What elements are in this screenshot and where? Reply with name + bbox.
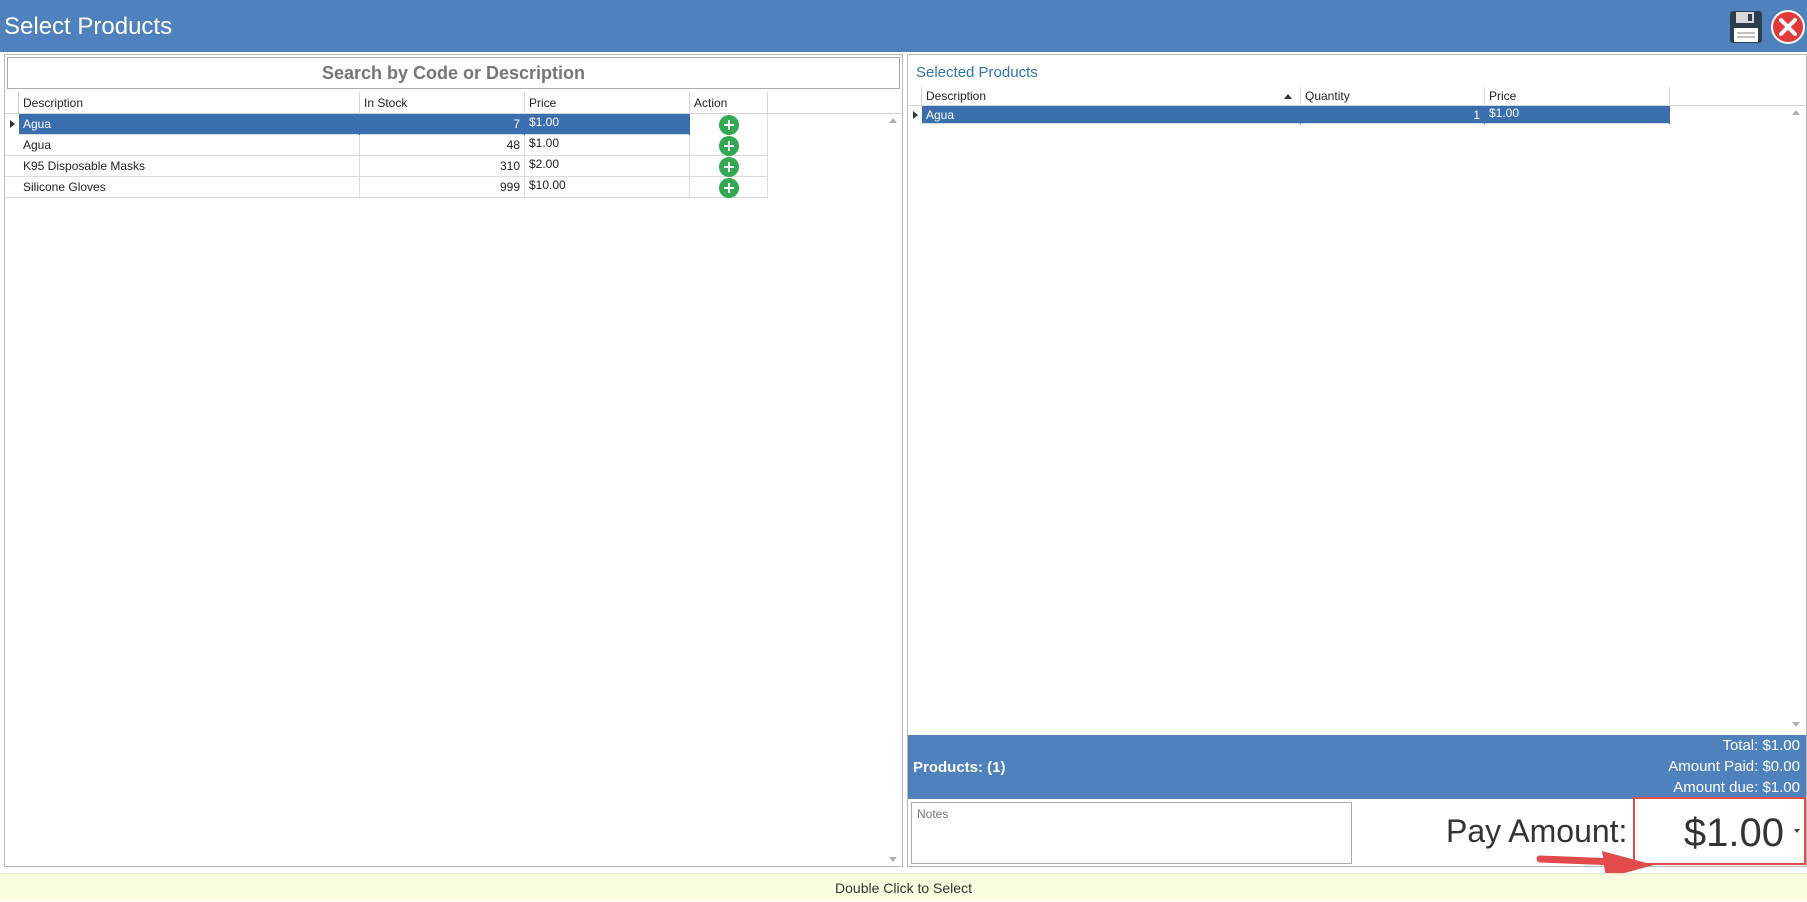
column-header-filler bbox=[768, 92, 902, 114]
selected-products-panel: Selected Products Description Quantity P… bbox=[907, 54, 1807, 867]
status-text: Double Click to Select bbox=[835, 880, 972, 896]
cell-description: Agua bbox=[19, 135, 360, 156]
sort-ascending-icon bbox=[1284, 94, 1292, 99]
column-header-row-indicator bbox=[5, 92, 19, 114]
pay-amount-label: Pay Amount: bbox=[1446, 813, 1628, 849]
row-indicator bbox=[5, 114, 19, 135]
cell-action bbox=[690, 156, 768, 177]
column-header-quantity[interactable]: Quantity bbox=[1301, 87, 1485, 106]
cell-description: Agua bbox=[922, 106, 1301, 124]
column-header-filler bbox=[1670, 87, 1806, 106]
cell-description: Silicone Gloves bbox=[19, 177, 360, 198]
pay-amount-input[interactable]: $1.00 bbox=[1633, 797, 1806, 865]
column-header-price[interactable]: Price bbox=[525, 92, 690, 114]
table-row[interactable]: Agua 7 $1.00 bbox=[5, 114, 768, 135]
add-product-button[interactable] bbox=[719, 157, 739, 177]
column-header-description-label: Description bbox=[926, 89, 987, 103]
table-row[interactable]: Silicone Gloves 999 $10.00 bbox=[5, 177, 768, 198]
current-row-arrow-icon bbox=[913, 111, 918, 119]
cell-price: $1.00 bbox=[1485, 106, 1670, 124]
scroll-up-icon[interactable] bbox=[1792, 110, 1800, 115]
products-scrollbar[interactable] bbox=[885, 114, 902, 866]
table-row[interactable]: Agua 1 $1.00 bbox=[908, 106, 1670, 124]
cell-action bbox=[690, 177, 768, 198]
notes-field[interactable] bbox=[911, 802, 1352, 864]
column-header-description[interactable]: Description bbox=[19, 92, 360, 114]
search-input[interactable] bbox=[7, 57, 900, 89]
cell-quantity: 1 bbox=[1301, 106, 1485, 124]
total-amount: Total: $1.00 bbox=[1722, 737, 1800, 754]
current-row-arrow-icon bbox=[10, 120, 15, 128]
amount-paid: Amount Paid: $0.00 bbox=[1668, 758, 1800, 775]
close-icon[interactable] bbox=[1770, 9, 1806, 45]
add-product-button[interactable] bbox=[719, 115, 739, 135]
cell-in-stock: 7 bbox=[360, 114, 525, 135]
cell-price: $1.00 bbox=[525, 135, 690, 156]
column-header-price[interactable]: Price bbox=[1485, 87, 1670, 106]
cell-price: $10.00 bbox=[525, 177, 690, 198]
products-count: Products: (1) bbox=[913, 759, 1006, 776]
title-bar: Select Products bbox=[0, 0, 1807, 52]
row-indicator bbox=[908, 106, 922, 124]
selected-products-scrollbar[interactable] bbox=[1788, 106, 1805, 731]
row-indicator bbox=[5, 135, 19, 156]
status-bar: Double Click to Select bbox=[0, 873, 1807, 901]
column-header-description[interactable]: Description bbox=[922, 87, 1301, 106]
cell-price: $1.00 bbox=[525, 114, 690, 135]
add-product-button[interactable] bbox=[719, 178, 739, 198]
dropdown-caret-icon[interactable] bbox=[1794, 829, 1800, 833]
window-title: Select Products bbox=[4, 13, 173, 40]
cell-price: $2.00 bbox=[525, 156, 690, 177]
cell-in-stock: 999 bbox=[360, 177, 525, 198]
column-header-in-stock[interactable]: In Stock bbox=[360, 92, 525, 114]
cell-description: K95 Disposable Masks bbox=[19, 156, 360, 177]
row-indicator bbox=[5, 156, 19, 177]
scroll-up-icon[interactable] bbox=[889, 118, 897, 123]
products-grid: Description In Stock Price Action Agua 7… bbox=[5, 92, 902, 866]
add-product-button[interactable] bbox=[719, 136, 739, 156]
amount-due: Amount due: $1.00 bbox=[1673, 779, 1800, 796]
column-header-action[interactable]: Action bbox=[690, 92, 768, 114]
row-indicator bbox=[5, 177, 19, 198]
selected-products-title: Selected Products bbox=[916, 64, 1038, 81]
scroll-down-icon[interactable] bbox=[1792, 722, 1800, 727]
cell-in-stock: 48 bbox=[360, 135, 525, 156]
selected-products-grid: Description Quantity Price Agua 1 $1.00 bbox=[908, 87, 1806, 733]
cell-action bbox=[690, 114, 768, 135]
cell-description: Agua bbox=[19, 114, 360, 135]
table-row[interactable]: K95 Disposable Masks 310 $2.00 bbox=[5, 156, 768, 177]
products-panel: Description In Stock Price Action Agua 7… bbox=[4, 54, 903, 867]
cell-in-stock: 310 bbox=[360, 156, 525, 177]
table-row[interactable]: Agua 48 $1.00 bbox=[5, 135, 768, 156]
pay-amount-value: $1.00 bbox=[1683, 811, 1784, 855]
floppy-disk-icon[interactable] bbox=[1728, 9, 1764, 45]
totals-summary-bar: Products: (1) Total: $1.00 Amount Paid: … bbox=[908, 735, 1806, 799]
scroll-down-icon[interactable] bbox=[889, 857, 897, 862]
column-header-row-indicator bbox=[908, 87, 922, 106]
cell-action bbox=[690, 135, 768, 156]
